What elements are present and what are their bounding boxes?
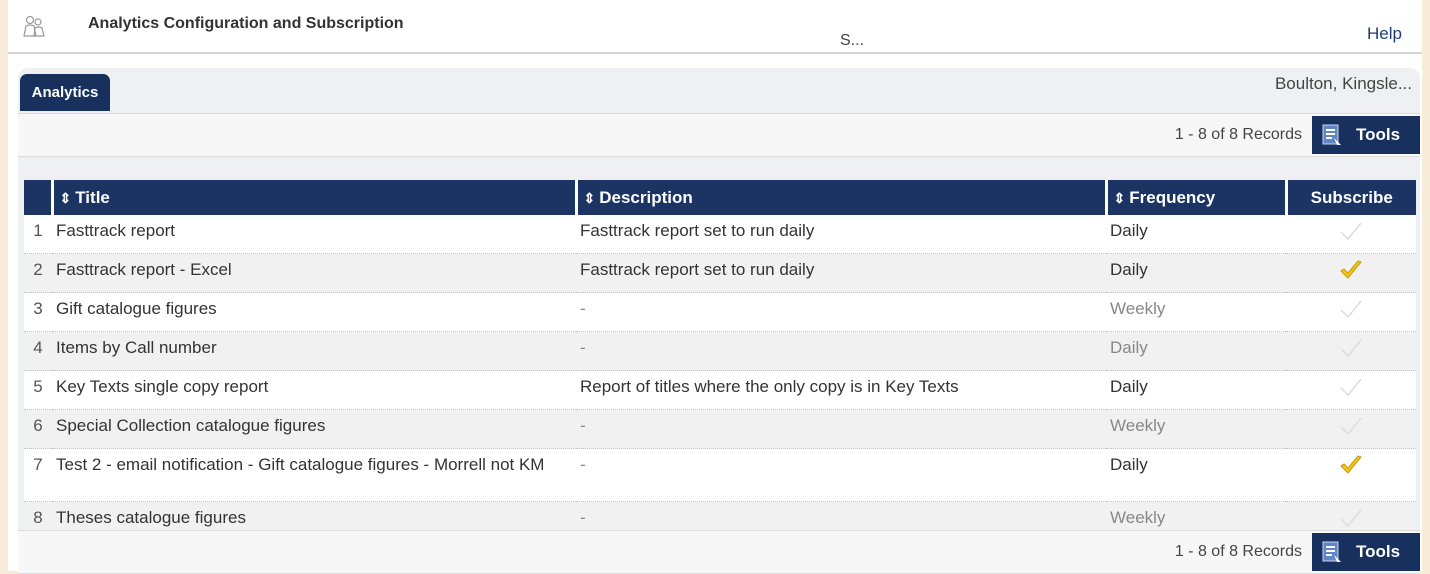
sort-icon: ⇕ (59, 189, 72, 206)
row-description: - (576, 448, 1106, 502)
tools-icon (1322, 124, 1341, 145)
table-row[interactable]: 7 Test 2 - email notification - Gift cata… (24, 448, 1416, 502)
app-window: Analytics Configuration and Subscription… (8, 0, 1422, 574)
row-number: 2 (24, 253, 52, 293)
analytics-table: ⇕ Title ⇕ Description ⇕ Frequency Subscribe… (24, 180, 1416, 541)
row-subscribe[interactable] (1286, 370, 1416, 410)
checkmark-outline-icon[interactable] (1338, 414, 1364, 438)
row-subscribe[interactable] (1286, 448, 1416, 502)
row-number: 5 (24, 370, 52, 410)
row-number: 6 (24, 409, 52, 449)
row-title: Gift catalogue figures (52, 292, 576, 332)
row-title: Fasttrack report (52, 215, 576, 254)
table-row[interactable]: 2 Fasttrack report - Excel Fasttrack repor… (24, 253, 1416, 293)
row-number: 7 (24, 448, 52, 502)
tools-label: Tools (1356, 125, 1401, 144)
row-subscribe[interactable] (1286, 253, 1416, 293)
checkmark-icon[interactable] (1338, 453, 1364, 477)
row-subscribe[interactable] (1286, 215, 1416, 254)
records-count: 1 - 8 of 8 Records (1174, 543, 1302, 560)
row-frequency: Daily (1106, 331, 1286, 371)
row-frequency: Daily (1106, 370, 1286, 410)
tab-analytics[interactable]: Analytics (20, 74, 110, 110)
row-description: Fasttrack report set to run daily (576, 215, 1106, 254)
analytics-panel: Analytics Boulton, Kingsle... 1 - 8 of 8… (18, 68, 1420, 574)
row-subscribe[interactable] (1286, 409, 1416, 449)
row-title: Items by Call number (52, 331, 576, 371)
row-title: Special Collection catalogue figures (52, 409, 576, 449)
row-description: - (576, 292, 1106, 332)
checkmark-outline-icon[interactable] (1338, 506, 1364, 530)
table-body: 1 Fasttrack report Fasttrack report set to… (24, 215, 1416, 541)
col-subscribe: Subscribe (1286, 180, 1416, 215)
row-title: Key Texts single copy report (52, 370, 576, 410)
col-num (24, 180, 54, 215)
page-title: Analytics Configuration and Subscription (88, 15, 404, 32)
checkmark-outline-icon[interactable] (1338, 375, 1364, 399)
row-frequency: Weekly (1106, 292, 1286, 332)
row-frequency: Daily (1106, 215, 1286, 254)
row-title: Test 2 - email notification - Gift catal… (52, 448, 576, 502)
page-header: Analytics Configuration and Subscription… (8, 0, 1422, 54)
sort-icon: ⇕ (583, 189, 596, 206)
top-toolbar: 1 - 8 of 8 Records Tools (18, 113, 1420, 157)
table-row[interactable]: 1 Fasttrack report Fasttrack report set to… (24, 215, 1416, 254)
checkmark-outline-icon[interactable] (1338, 219, 1364, 243)
col-title[interactable]: ⇕ Title (52, 180, 578, 215)
row-subscribe[interactable] (1286, 292, 1416, 332)
tools-button[interactable]: Tools (1312, 533, 1420, 571)
row-frequency: Daily (1106, 448, 1286, 502)
bottom-toolbar: 1 - 8 of 8 Records Tools (18, 530, 1420, 574)
row-number: 3 (24, 292, 52, 332)
row-frequency: Weekly (1106, 409, 1286, 449)
row-number: 4 (24, 331, 52, 371)
row-description: Fasttrack report set to run daily (576, 253, 1106, 293)
row-number: 1 (24, 215, 52, 254)
records-count: 1 - 8 of 8 Records (1174, 126, 1302, 143)
col-description[interactable]: ⇕ Description (576, 180, 1108, 215)
table-row[interactable]: 4 Items by Call number - Daily (24, 331, 1416, 371)
sort-icon: ⇕ (1113, 189, 1126, 206)
user-name: Boulton, Kingsle... (1274, 74, 1412, 93)
tools-button[interactable]: Tools (1312, 116, 1420, 154)
page-subtitle: S... (840, 32, 865, 49)
row-description: - (576, 409, 1106, 449)
row-title: Fasttrack report - Excel (52, 253, 576, 293)
table-header-row: ⇕ Title ⇕ Description ⇕ Frequency Subscribe (24, 180, 1416, 215)
row-description: Report of titles where the only copy is … (576, 370, 1106, 410)
tools-icon (1322, 541, 1341, 562)
row-subscribe[interactable] (1286, 331, 1416, 371)
tools-label: Tools (1356, 542, 1401, 561)
table-row[interactable]: 6 Special Collection catalogue figures - We… (24, 409, 1416, 449)
help-link[interactable]: Help (1367, 24, 1402, 44)
checkmark-outline-icon[interactable] (1338, 336, 1364, 360)
checkmark-icon[interactable] (1338, 258, 1364, 282)
table-row[interactable]: 3 Gift catalogue figures - Weekly (24, 292, 1416, 332)
checkmark-outline-icon[interactable] (1338, 297, 1364, 321)
row-frequency: Daily (1106, 253, 1286, 293)
people-icon (23, 15, 45, 37)
table-row[interactable]: 5 Key Texts single copy report Report of t… (24, 370, 1416, 410)
row-description: - (576, 331, 1106, 371)
col-frequency[interactable]: ⇕ Frequency (1106, 180, 1288, 215)
